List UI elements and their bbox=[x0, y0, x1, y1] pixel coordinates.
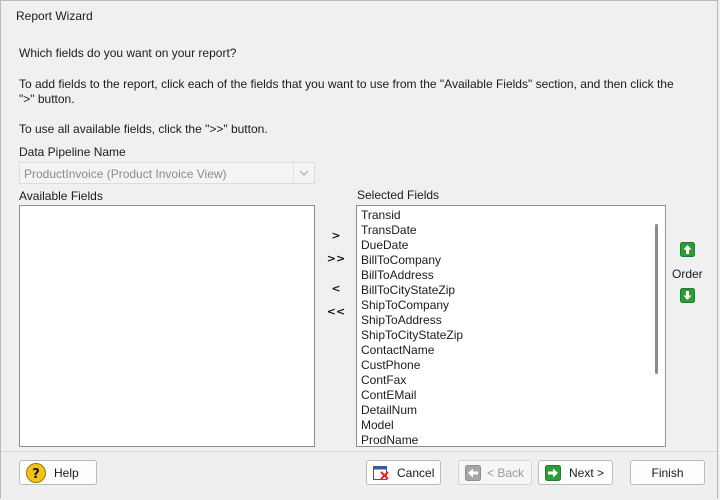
list-item[interactable]: CustPhone bbox=[361, 358, 665, 373]
selected-fields-items: Transid TransDate DueDate BillToCompany … bbox=[357, 206, 665, 446]
chevron-down-icon bbox=[293, 163, 314, 183]
question-icon: ? bbox=[26, 463, 46, 483]
arrow-down-icon[interactable] bbox=[680, 288, 695, 303]
list-item[interactable]: ShipToAddress bbox=[361, 313, 665, 328]
list-item[interactable]: ShipToCompany bbox=[361, 298, 665, 313]
add-all-fields-button[interactable]: >> bbox=[325, 250, 347, 266]
cancel-button-label: Cancel bbox=[397, 466, 435, 480]
vertical-scrollbar[interactable] bbox=[655, 224, 658, 374]
list-item[interactable]: Transid bbox=[361, 208, 665, 223]
back-arrow-icon bbox=[465, 465, 481, 481]
help-button-label: Help bbox=[54, 466, 79, 480]
instruction-add-text: To add fields to the report, click each … bbox=[19, 77, 674, 106]
list-item[interactable]: ShipToCityStateZip bbox=[361, 328, 665, 343]
list-item[interactable]: ContactName bbox=[361, 343, 665, 358]
list-item[interactable]: BillToAddress bbox=[361, 268, 665, 283]
list-item[interactable]: DetailNum bbox=[361, 403, 665, 418]
list-item[interactable]: Model bbox=[361, 418, 665, 433]
list-item[interactable]: ProdName bbox=[361, 433, 665, 446]
cancel-button[interactable]: Cancel bbox=[366, 460, 441, 485]
list-item[interactable]: DueDate bbox=[361, 238, 665, 253]
next-button-label: Next > bbox=[569, 466, 605, 480]
cancel-icon bbox=[373, 465, 389, 481]
remove-all-fields-button[interactable]: << bbox=[325, 303, 347, 319]
add-field-button[interactable]: > bbox=[325, 227, 347, 243]
remove-field-button[interactable]: < bbox=[325, 280, 347, 296]
data-pipeline-dropdown[interactable]: ProductInvoice (Product Invoice View) bbox=[19, 162, 315, 184]
back-button[interactable]: < Back bbox=[458, 460, 532, 485]
svg-text:?: ? bbox=[32, 467, 40, 482]
list-item[interactable]: TransDate bbox=[361, 223, 665, 238]
selected-fields-label: Selected Fields bbox=[357, 188, 440, 202]
next-button[interactable]: Next > bbox=[538, 460, 613, 485]
page-heading: Which fields do you want on your report? bbox=[19, 46, 237, 60]
next-arrow-icon bbox=[545, 465, 561, 481]
selected-fields-list[interactable]: Transid TransDate DueDate BillToCompany … bbox=[356, 205, 666, 447]
report-wizard-window: Report Wizard Which fields do you want o… bbox=[0, 0, 718, 500]
available-fields-list[interactable] bbox=[19, 205, 315, 447]
available-fields-label: Available Fields bbox=[19, 189, 103, 203]
finish-button[interactable]: Finish bbox=[630, 460, 705, 485]
list-item[interactable]: BillToCityStateZip bbox=[361, 283, 665, 298]
data-pipeline-label: Data Pipeline Name bbox=[19, 145, 126, 159]
order-label: Order bbox=[672, 267, 703, 281]
back-button-label: < Back bbox=[487, 466, 525, 480]
help-button[interactable]: ? Help bbox=[19, 460, 97, 485]
wizard-content: Which fields do you want on your report?… bbox=[1, 1, 717, 497]
list-item[interactable]: BillToCompany bbox=[361, 253, 665, 268]
finish-button-label: Finish bbox=[651, 465, 684, 480]
data-pipeline-value: ProductInvoice (Product Invoice View) bbox=[24, 167, 227, 181]
instruction-all-text: To use all available fields, click the "… bbox=[19, 122, 268, 136]
list-item[interactable]: ContFax bbox=[361, 373, 665, 388]
arrow-up-icon[interactable] bbox=[680, 242, 695, 257]
list-item[interactable]: ContEMail bbox=[361, 388, 665, 403]
